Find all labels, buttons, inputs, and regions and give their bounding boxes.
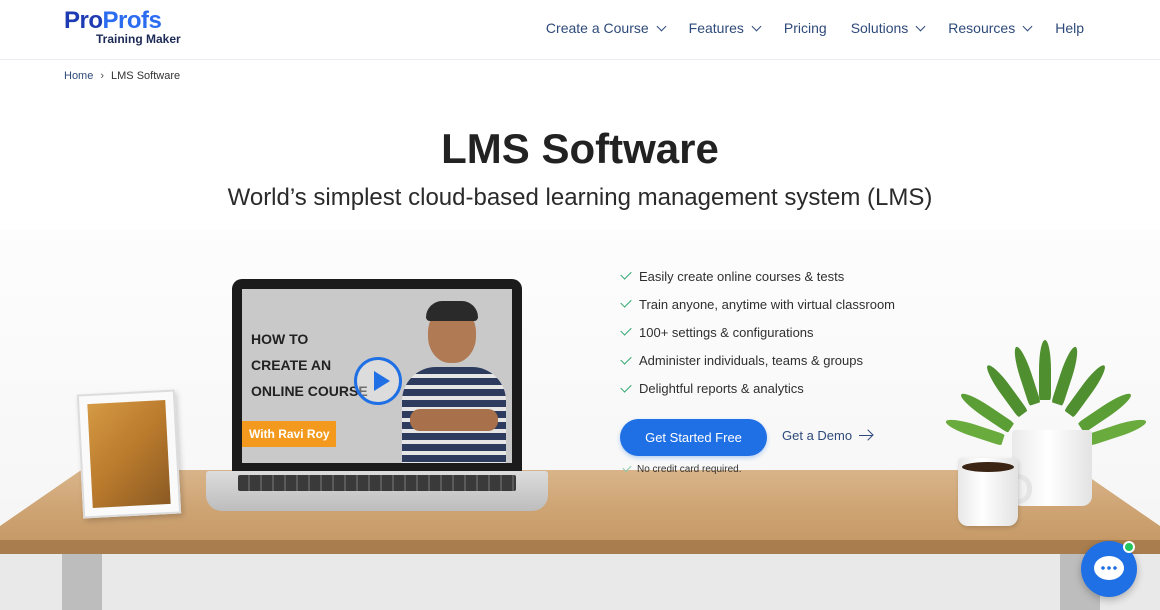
coffee-mug bbox=[958, 458, 1018, 526]
course-video-thumbnail[interactable]: HOW TO CREATE AN ONLINE COURSE With Ravi… bbox=[242, 289, 512, 463]
presenter-image bbox=[394, 297, 512, 463]
main-nav: Create a Course Features Pricing Solutio… bbox=[546, 18, 1084, 38]
feature-item: Easily create online courses & tests bbox=[620, 266, 895, 286]
nav-label: Resources bbox=[948, 20, 1016, 36]
feature-item: Administer individuals, teams & groups bbox=[620, 351, 895, 371]
check-icon bbox=[620, 296, 632, 308]
chevron-down-icon bbox=[751, 21, 762, 31]
nav-resources[interactable]: Resources bbox=[948, 18, 1033, 38]
nav-label: Pricing bbox=[783, 20, 827, 36]
check-icon bbox=[620, 381, 632, 393]
nav-solutions[interactable]: Solutions bbox=[850, 18, 926, 38]
plant-decoration bbox=[944, 330, 1148, 446]
check-icon bbox=[620, 324, 632, 337]
site-header: ProProfs Training Maker Create a Course … bbox=[0, 0, 1160, 60]
check-icon bbox=[622, 462, 632, 473]
feature-text: 100+ settings & configurations bbox=[639, 324, 814, 340]
nav-pricing[interactable]: Pricing bbox=[784, 18, 827, 38]
chevron-down-icon bbox=[656, 21, 667, 31]
feature-item: Train anyone, anytime with virtual class… bbox=[620, 294, 896, 314]
arrow-right-icon bbox=[859, 434, 873, 437]
desk-underside bbox=[0, 554, 1160, 610]
get-a-demo-link[interactable]: Get a Demo bbox=[782, 428, 873, 443]
page-subtitle: World’s simplest cloud-based learning ma… bbox=[227, 184, 933, 211]
online-status-indicator bbox=[1123, 541, 1135, 553]
play-icon[interactable] bbox=[354, 357, 402, 405]
demo-link-label: Get a Demo bbox=[782, 428, 853, 443]
get-started-free-button[interactable]: Get Started Free bbox=[620, 419, 767, 456]
proprofs-logo[interactable]: ProProfs Training Maker bbox=[64, 8, 184, 48]
feature-text: Delightful reports & analytics bbox=[639, 381, 804, 397]
feature-text: Administer individuals, teams & groups bbox=[639, 353, 863, 369]
check-icon bbox=[620, 352, 632, 365]
nav-features[interactable]: Features bbox=[688, 18, 762, 38]
chevron-down-icon bbox=[915, 21, 926, 31]
logo-subtitle: Training Maker bbox=[96, 32, 181, 46]
video-title-line-1: HOW TO bbox=[251, 331, 309, 347]
chevron-down-icon bbox=[1022, 21, 1033, 31]
nav-label: Create a Course bbox=[545, 20, 649, 36]
feature-text: Train anyone, anytime with virtual class… bbox=[639, 296, 896, 312]
laptop-keyboard bbox=[206, 471, 548, 511]
feature-item: Delightful reports & analytics bbox=[620, 379, 895, 399]
no-credit-card-text: No credit card required. bbox=[637, 464, 742, 475]
page-title: LMS Software bbox=[441, 125, 719, 172]
logo-text-profs: Profs bbox=[102, 7, 162, 34]
feature-item: 100+ settings & configurations bbox=[620, 322, 895, 342]
breadcrumb: Home › LMS Software bbox=[64, 70, 180, 82]
breadcrumb-home-link[interactable]: Home bbox=[64, 70, 93, 82]
chat-widget-button[interactable] bbox=[1081, 541, 1137, 597]
presenter-tag: With Ravi Roy bbox=[242, 421, 336, 447]
check-icon bbox=[620, 268, 632, 280]
dog-photo bbox=[87, 400, 171, 508]
desk-leg-left bbox=[62, 554, 102, 610]
no-credit-card-note: No credit card required. bbox=[622, 462, 742, 475]
breadcrumb-current: LMS Software bbox=[111, 70, 181, 82]
nav-label: Help bbox=[1055, 20, 1084, 36]
feature-list: Easily create online courses & tests Tra… bbox=[620, 266, 896, 407]
nav-label: Solutions bbox=[850, 20, 909, 36]
breadcrumb-separator: › bbox=[100, 70, 105, 82]
dog-photo-frame bbox=[76, 389, 182, 519]
nav-help[interactable]: Help bbox=[1055, 18, 1084, 38]
nav-create-a-course[interactable]: Create a Course bbox=[545, 18, 667, 38]
laptop-screen: HOW TO CREATE AN ONLINE COURSE With Ravi… bbox=[232, 279, 522, 473]
nav-label: Features bbox=[688, 20, 744, 36]
video-title-line-2: CREATE AN bbox=[251, 357, 332, 373]
desk-edge bbox=[0, 540, 1160, 554]
feature-text: Easily create online courses & tests bbox=[639, 268, 845, 284]
logo-text-pro: Pro bbox=[64, 7, 103, 34]
video-title-line-3: ONLINE COURSE bbox=[251, 383, 368, 399]
